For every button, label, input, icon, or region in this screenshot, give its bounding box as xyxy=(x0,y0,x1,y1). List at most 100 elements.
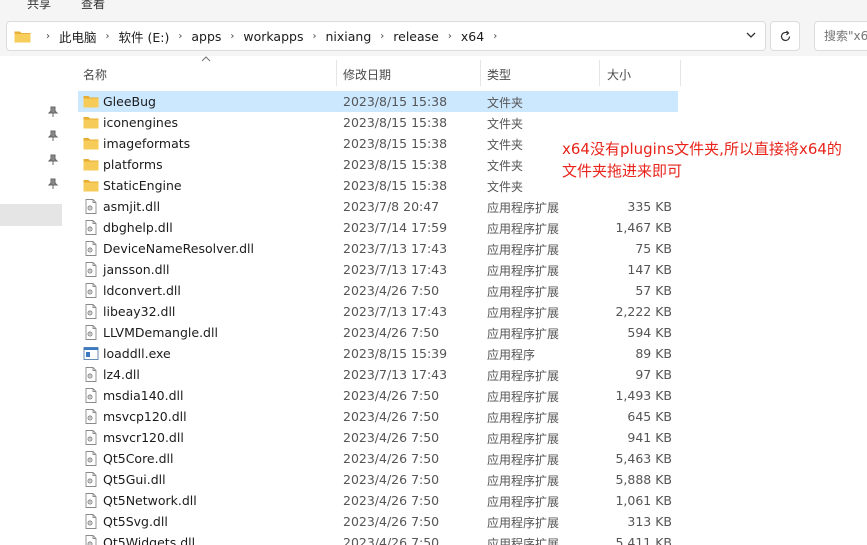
file-row[interactable]: asmjit.dll 2023/7/8 20:47 应用程序扩展 335 KB xyxy=(78,196,678,217)
breadcrumb-item[interactable]: 此电脑 xyxy=(59,27,97,46)
file-row[interactable]: Qt5Gui.dll 2023/4/26 7:50 应用程序扩展 5,888 KB xyxy=(78,469,678,490)
file-date: 2023/4/26 7:50 xyxy=(343,451,440,466)
breadcrumb-item[interactable]: apps xyxy=(191,29,221,44)
file-row[interactable]: GleeBug 2023/8/15 15:38 文件夹 xyxy=(78,91,678,112)
nav-item-selected[interactable] xyxy=(0,204,62,226)
column-header-date[interactable]: 修改日期 xyxy=(337,60,480,86)
ribbon-tab-share[interactable]: 共享 xyxy=(27,0,51,12)
file-type: 应用程序扩展 xyxy=(487,390,560,404)
pin-icon[interactable] xyxy=(47,106,59,118)
file-date: 2023/4/26 7:50 xyxy=(343,325,440,340)
breadcrumb-item[interactable]: nixiang xyxy=(325,29,371,44)
file-type: 应用程序扩展 xyxy=(487,285,560,299)
chevron-right-icon[interactable]: › xyxy=(371,31,393,42)
file-name: msdia140.dll xyxy=(103,388,184,403)
file-size: 5,411 KB xyxy=(615,535,672,545)
file-row[interactable]: lz4.dll 2023/7/13 17:43 应用程序扩展 97 KB xyxy=(78,364,678,385)
file-row[interactable]: dbghelp.dll 2023/7/14 17:59 应用程序扩展 1,467 KB xyxy=(78,217,678,238)
file-size: 594 KB xyxy=(627,325,672,340)
file-row[interactable]: Qt5Core.dll 2023/4/26 7:50 应用程序扩展 5,463 KB xyxy=(78,448,678,469)
breadcrumb-item[interactable]: release xyxy=(393,29,439,44)
chevron-right-icon[interactable]: › xyxy=(221,31,243,42)
dll-file-icon xyxy=(85,535,97,545)
file-type: 应用程序扩展 xyxy=(487,432,560,446)
file-date: 2023/4/26 7:50 xyxy=(343,283,440,298)
annotation-line: 文件夹拖进来即可 xyxy=(562,162,683,180)
column-divider[interactable] xyxy=(680,60,681,86)
address-row: › 此电脑 › 软件 (E:) › apps › workapps › nixiang › relea… xyxy=(0,16,867,56)
file-row[interactable]: DeviceNameResolver.dll 2023/7/13 17:43 应用程… xyxy=(78,238,678,259)
dll-file-icon xyxy=(85,430,97,445)
dll-file-icon xyxy=(85,262,97,277)
file-type: 文件夹 xyxy=(487,159,524,173)
dll-file-icon xyxy=(85,220,97,235)
file-row[interactable]: jansson.dll 2023/7/13 17:43 应用程序扩展 147 KB xyxy=(78,259,678,280)
file-type: 文件夹 xyxy=(487,117,524,131)
file-row[interactable]: LLVMDemangle.dll 2023/4/26 7:50 应用程序扩展 594 … xyxy=(78,322,678,343)
breadcrumb-item[interactable]: x64 xyxy=(461,29,484,44)
file-row[interactable]: libeay32.dll 2023/7/13 17:43 应用程序扩展 2,222 K… xyxy=(78,301,678,322)
breadcrumb-item[interactable]: workapps xyxy=(243,29,303,44)
file-row[interactable]: msvcp120.dll 2023/4/26 7:50 应用程序扩展 645 KB xyxy=(78,406,678,427)
file-row[interactable]: msvcr120.dll 2023/4/26 7:50 应用程序扩展 941 KB xyxy=(78,427,678,448)
file-name: asmjit.dll xyxy=(103,199,161,214)
column-header-size[interactable]: 大小 xyxy=(600,60,680,86)
chevron-right-icon[interactable]: › xyxy=(303,31,325,42)
search-box[interactable] xyxy=(814,21,867,51)
pin-icon[interactable] xyxy=(47,154,59,166)
file-name: DeviceNameResolver.dll xyxy=(103,241,255,256)
file-date: 2023/4/26 7:50 xyxy=(343,535,440,545)
dll-file-icon xyxy=(85,283,97,298)
chevron-right-icon[interactable]: › xyxy=(37,31,59,42)
exe-file-icon xyxy=(83,347,99,360)
file-type: 应用程序扩展 xyxy=(487,474,560,488)
file-name: Qt5Gui.dll xyxy=(103,472,166,487)
dll-file-icon xyxy=(85,514,97,529)
file-date: 2023/4/26 7:50 xyxy=(343,493,440,508)
dll-file-icon xyxy=(85,409,97,424)
file-date: 2023/7/8 20:47 xyxy=(343,199,440,214)
chevron-down-icon[interactable] xyxy=(745,29,757,41)
chevron-right-icon[interactable]: › xyxy=(439,31,461,42)
folder-icon xyxy=(83,117,99,129)
file-row[interactable]: ldconvert.dll 2023/4/26 7:50 应用程序扩展 57 KB xyxy=(78,280,678,301)
file-size: 2,222 KB xyxy=(615,304,672,319)
pin-icon[interactable] xyxy=(47,130,59,142)
file-type: 应用程序扩展 xyxy=(487,369,560,383)
address-bar[interactable]: › 此电脑 › 软件 (E:) › apps › workapps › nixiang › relea… xyxy=(6,21,766,51)
file-name: jansson.dll xyxy=(103,262,170,277)
search-input[interactable] xyxy=(815,22,867,50)
file-size: 1,493 KB xyxy=(615,388,672,403)
file-row[interactable]: msdia140.dll 2023/4/26 7:50 应用程序扩展 1,493 KB xyxy=(78,385,678,406)
column-header-type[interactable]: 类型 xyxy=(481,60,599,86)
file-row[interactable]: iconengines 2023/8/15 15:38 文件夹 xyxy=(78,112,678,133)
file-name: StaticEngine xyxy=(103,178,182,193)
chevron-right-icon[interactable]: › xyxy=(97,31,119,42)
file-size: 89 KB xyxy=(635,346,672,361)
breadcrumb-item[interactable]: 软件 (E:) xyxy=(119,27,170,46)
file-date: 2023/8/15 15:38 xyxy=(343,157,448,172)
file-date: 2023/4/26 7:50 xyxy=(343,430,440,445)
file-date: 2023/7/13 17:43 xyxy=(343,262,448,277)
file-name: Qt5Core.dll xyxy=(103,451,174,466)
refresh-button[interactable] xyxy=(770,21,800,51)
chevron-right-icon[interactable]: › xyxy=(169,31,191,42)
file-name: libeay32.dll xyxy=(103,304,176,319)
file-type: 应用程序扩展 xyxy=(487,537,560,545)
file-row[interactable]: loaddll.exe 2023/8/15 15:39 应用程序 89 KB xyxy=(78,343,678,364)
pin-icon[interactable] xyxy=(47,178,59,190)
chevron-right-icon[interactable]: › xyxy=(484,31,506,42)
column-header-name[interactable]: 名称 xyxy=(78,60,336,86)
dll-file-icon xyxy=(85,451,97,466)
file-type: 应用程序扩展 xyxy=(487,516,560,530)
breadcrumb: › 此电脑 › 软件 (E:) › apps › workapps › nixiang › relea… xyxy=(37,22,506,50)
file-row[interactable]: Qt5Widgets.dll 2023/4/26 7:50 应用程序扩展 5,411 … xyxy=(78,532,678,545)
file-row[interactable]: Qt5Network.dll 2023/4/26 7:50 应用程序扩展 1,061 … xyxy=(78,490,678,511)
annotation-note: x64没有plugins文件夹,所以直接将x64的 文件夹拖进来即可 xyxy=(562,138,862,182)
file-type: 文件夹 xyxy=(487,138,524,152)
file-type: 应用程序扩展 xyxy=(487,327,560,341)
file-row[interactable]: Qt5Svg.dll 2023/4/26 7:50 应用程序扩展 313 KB xyxy=(78,511,678,532)
ribbon-tab-view[interactable]: 查看 xyxy=(81,0,105,12)
file-size: 97 KB xyxy=(635,367,672,382)
file-type: 文件夹 xyxy=(487,96,524,110)
